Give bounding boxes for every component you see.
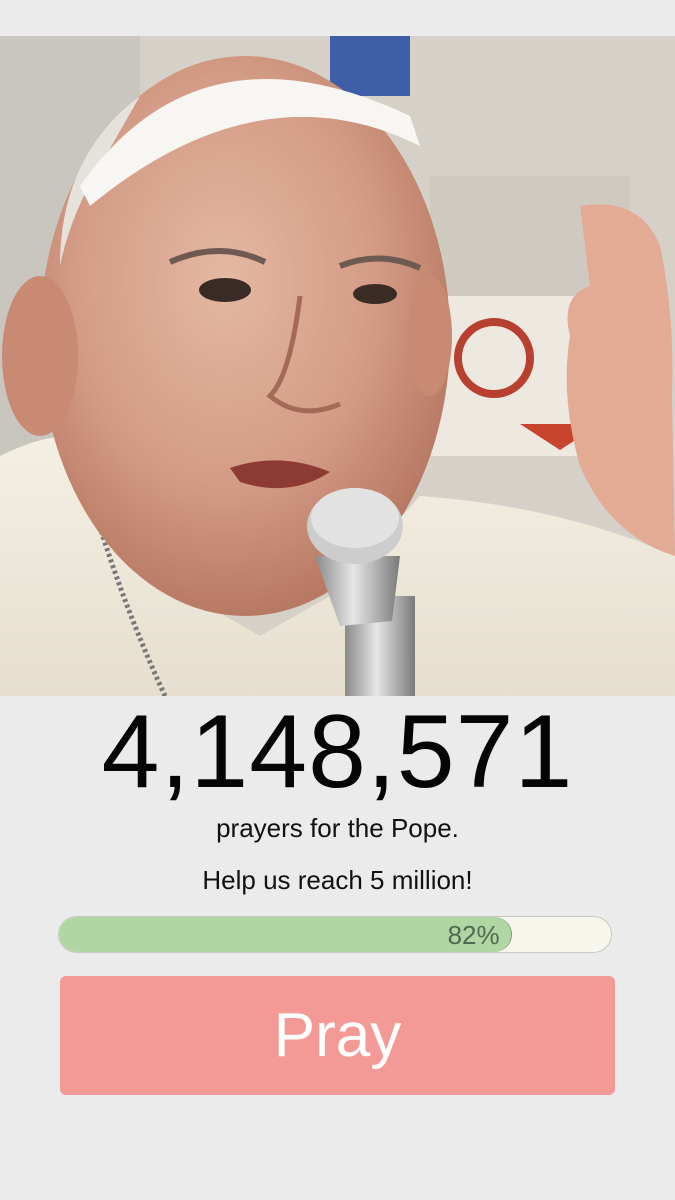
hero-photo: [0, 36, 675, 696]
progress-percent-label: 82%: [447, 920, 500, 950]
pope-photo-illustration: [0, 36, 675, 696]
status-bar: [0, 0, 675, 36]
goal-text: Help us reach 5 million!: [202, 865, 473, 895]
pray-button[interactable]: Pray: [60, 976, 615, 1095]
app-screen: 4,148,571 prayers for the Pope. Help us …: [0, 0, 675, 1200]
progress-bar: 82%: [58, 916, 612, 953]
prayer-counter: 4,148,571: [101, 694, 574, 810]
prayer-counter-caption: prayers for the Pope.: [216, 813, 459, 843]
